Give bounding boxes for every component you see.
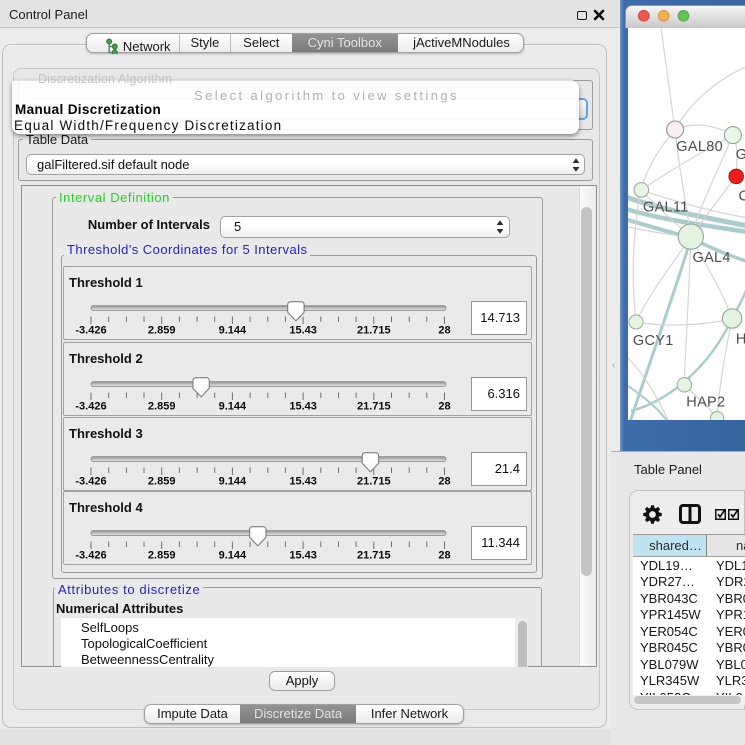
svg-text:21.715: 21.715 bbox=[357, 325, 391, 337]
svg-text:2.859: 2.859 bbox=[148, 400, 176, 412]
svg-text:HAP2: HAP2 bbox=[686, 395, 725, 411]
svg-text:9.144: 9.144 bbox=[219, 325, 247, 337]
svg-text:2.859: 2.859 bbox=[148, 475, 176, 487]
svg-text:2.859: 2.859 bbox=[148, 325, 176, 337]
svg-text:-3.426: -3.426 bbox=[75, 325, 106, 337]
svg-text:21.715: 21.715 bbox=[357, 475, 391, 487]
svg-text:21.715: 21.715 bbox=[357, 550, 391, 562]
svg-text:CY: CY bbox=[739, 189, 745, 205]
svg-text:9.144: 9.144 bbox=[219, 400, 247, 412]
svg-text:28: 28 bbox=[438, 400, 450, 412]
svg-text:-3.426: -3.426 bbox=[75, 475, 106, 487]
svg-text:9.144: 9.144 bbox=[219, 550, 247, 562]
svg-text:28: 28 bbox=[438, 550, 450, 562]
svg-text:15.43: 15.43 bbox=[289, 550, 317, 562]
svg-text:GA: GA bbox=[736, 147, 745, 163]
svg-text:15.43: 15.43 bbox=[289, 325, 317, 337]
svg-text:28: 28 bbox=[438, 325, 450, 337]
svg-text:GCY1: GCY1 bbox=[633, 333, 674, 349]
svg-text:HA: HA bbox=[736, 332, 745, 348]
svg-text:-3.426: -3.426 bbox=[75, 400, 106, 412]
svg-text:2.859: 2.859 bbox=[148, 550, 176, 562]
svg-text:GAL4: GAL4 bbox=[693, 250, 731, 266]
svg-text:-3.426: -3.426 bbox=[75, 550, 106, 562]
svg-text:9.144: 9.144 bbox=[219, 475, 247, 487]
svg-text:28: 28 bbox=[438, 475, 450, 487]
svg-text:21.715: 21.715 bbox=[357, 400, 391, 412]
svg-text:GAL80: GAL80 bbox=[676, 139, 723, 155]
svg-text:15.43: 15.43 bbox=[289, 475, 317, 487]
svg-text:GAL11: GAL11 bbox=[643, 199, 689, 215]
svg-text:15.43: 15.43 bbox=[289, 400, 317, 412]
